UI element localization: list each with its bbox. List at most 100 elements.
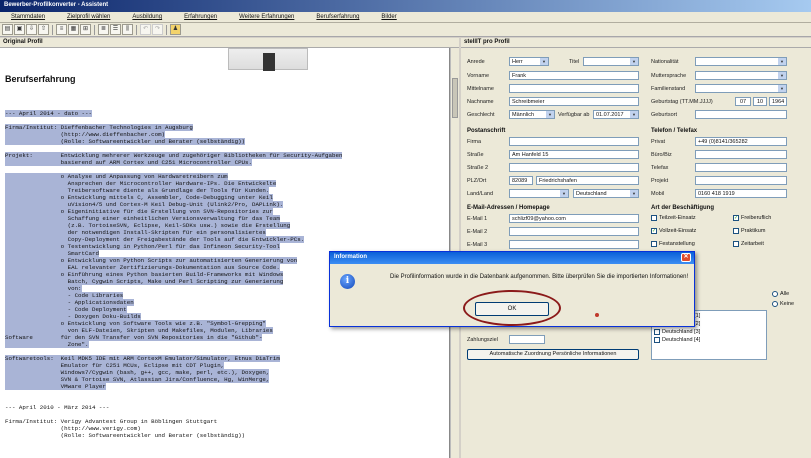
- list-item[interactable]: Deutschland [3]: [654, 329, 764, 335]
- menu-item[interactable]: Stammdaten: [0, 12, 56, 22]
- auto-assign-button[interactable]: Automatische Zuordnung Persönliche Infor…: [467, 349, 639, 360]
- beschaeftigung-checkbox[interactable]: Praktikum: [733, 228, 765, 234]
- cv-line-text: Copy-Deployment der Freigabestände der T…: [5, 236, 305, 243]
- email1-field[interactable]: schlizf09@yahoo.com: [509, 214, 639, 223]
- export-icon[interactable]: ⇧: [38, 24, 49, 35]
- firma-field[interactable]: [509, 137, 639, 146]
- cv-line-text: (Rolle: Softwareentwickler und Berater (…: [5, 432, 246, 439]
- window-titlebar: Bewerber-Profilkonverter - Assistent: [0, 0, 811, 12]
- strasse2-field[interactable]: [509, 163, 639, 172]
- projekt-field[interactable]: [695, 176, 787, 185]
- geburtstag-year[interactable]: 1964: [769, 97, 787, 106]
- telefon-heading: Telefon / Telefax: [651, 128, 698, 134]
- mobil-field[interactable]: 0160 418 1919: [695, 189, 787, 198]
- dialog-titlebar: Information ✕: [330, 252, 694, 264]
- firma-label: Firma: [467, 139, 482, 145]
- cv-heading: Berufserfahrung: [5, 74, 76, 84]
- list-icon[interactable]: ≡: [56, 24, 67, 35]
- geburtstag-label: Geburtstag (TT.MM.JJJJ): [651, 99, 713, 105]
- nationalitaet-select[interactable]: [695, 57, 787, 66]
- geschlecht-select[interactable]: Männlich: [509, 110, 555, 119]
- table-icon[interactable]: ▦: [68, 24, 79, 35]
- cursor-marker: [595, 313, 599, 317]
- cv-line: (http://www.dieffenbacher.com): [5, 131, 445, 138]
- people-icon[interactable]: ♟: [170, 24, 181, 35]
- country-select[interactable]: Deutschland: [573, 189, 639, 198]
- geburtstag-day[interactable]: 07: [735, 97, 751, 106]
- radio-alle[interactable]: Alle: [772, 291, 789, 297]
- cv-line-text: - Applicationsdaten: [5, 299, 134, 306]
- nachname-field[interactable]: Schreibmeier: [509, 97, 639, 106]
- unchecked-icon: [651, 215, 657, 221]
- region-select[interactable]: [509, 189, 569, 198]
- cv-line-text: - Doxygen Doku-Builds: [5, 313, 141, 320]
- mittelname-field[interactable]: [509, 84, 639, 93]
- telefax-field[interactable]: [695, 163, 787, 172]
- buero-field[interactable]: [695, 150, 787, 159]
- align-center-icon[interactable]: ☰: [110, 24, 121, 35]
- cv-line-text: --- April 2010 - März 2014 ---: [5, 404, 110, 411]
- muttersprache-select[interactable]: [695, 71, 787, 80]
- dialog-message: Die Profilinformation wurde in die Daten…: [390, 274, 689, 280]
- redo-icon[interactable]: ↷: [152, 24, 163, 35]
- verfuegbar-select[interactable]: 01.07.2017: [593, 110, 639, 119]
- zahlungsziel-field[interactable]: [509, 335, 545, 344]
- mittelname-label: Mittelname: [467, 86, 494, 92]
- cv-line: [5, 390, 445, 397]
- beschaeftigung-checkbox[interactable]: ✓ Freiberuflich: [733, 215, 771, 221]
- menu-bar: Stammdaten Zielprofil wählen Ausbildung Erf…: [0, 12, 811, 23]
- land-label: Land/Land: [467, 191, 493, 197]
- geburtsort-field[interactable]: [695, 110, 787, 119]
- strasse-field[interactable]: Am Hanfeld 15: [509, 150, 639, 159]
- cv-line-text: der notwendigen Install-Skripten für ein…: [5, 229, 266, 236]
- menu-item[interactable]: Erfahrungen: [173, 12, 228, 22]
- beschaeftigung-checkbox[interactable]: Festanstellung: [651, 241, 695, 247]
- undo-icon[interactable]: ↶: [140, 24, 151, 35]
- ort-field[interactable]: Friedrichshafen: [536, 176, 639, 185]
- cv-line-text: (z.B. TortoiseSVN, Eclipse, Keil-SDKs us…: [5, 222, 291, 229]
- beschaeftigung-checkbox[interactable]: Zeitarbeit: [733, 241, 764, 247]
- geschlecht-label: Geschlecht: [467, 112, 495, 118]
- titel-select[interactable]: [583, 57, 639, 66]
- radio-keine[interactable]: Keine: [772, 301, 794, 307]
- cv-line-text: o Einführung eines Python basierten Buil…: [5, 271, 284, 278]
- vorname-field[interactable]: Frank: [509, 71, 639, 80]
- radio-keine-label: Keine: [780, 301, 795, 307]
- close-icon[interactable]: ✕: [681, 253, 691, 262]
- plz-field[interactable]: 82089: [509, 176, 533, 185]
- grid-icon[interactable]: ⊞: [80, 24, 91, 35]
- privat-field[interactable]: +49 (0)8141/365282: [695, 137, 787, 146]
- list-item[interactable]: Deutschland [4]: [654, 337, 764, 343]
- projekt-label: Projekt: [651, 178, 669, 184]
- menu-item[interactable]: Berufserfahrung: [305, 12, 370, 22]
- columns-icon[interactable]: ⫼: [122, 24, 133, 35]
- save-icon[interactable]: ▣: [14, 24, 25, 35]
- menu-item[interactable]: Ausbildung: [121, 12, 173, 22]
- cv-line: (Rolle: Softwareentwickler und Berater (…: [5, 138, 445, 145]
- cv-line: Firma/Institut: Dieffenbacher Technologi…: [5, 124, 445, 131]
- import-icon[interactable]: ⇩: [26, 24, 37, 35]
- beschaeftigung-checkbox[interactable]: Teilzeit-Einsatz: [651, 215, 696, 221]
- new-icon[interactable]: ▤: [2, 24, 13, 35]
- cv-line-text: SVN & Tortoise SVN, Atlassian Jira/Confl…: [5, 376, 270, 383]
- anrede-select[interactable]: Herr: [509, 57, 549, 66]
- email3-label: E-Mail 3: [467, 242, 488, 248]
- geburtstag-month[interactable]: 10: [753, 97, 767, 106]
- beschaeftigung-label: Teilzeit-Einsatz: [659, 215, 696, 221]
- align-left-icon[interactable]: ≣: [98, 24, 109, 35]
- menu-item[interactable]: Bilder: [370, 12, 407, 22]
- familienstand-select[interactable]: [695, 84, 787, 93]
- cv-line-text: o Entwicklung mittels C, Assembler, Code…: [5, 194, 273, 201]
- postanschrift-heading: Postanschrift: [467, 128, 506, 134]
- toolbar: ▤ ▣ ⇩ ⇧ ≡ ▦ ⊞ ≣ ☰ ⫼ ↶ ↷ ♟: [0, 23, 811, 37]
- menu-item[interactable]: Zielprofil wählen: [56, 12, 121, 22]
- unchecked-icon: [733, 228, 739, 234]
- cv-line-text: basierend auf ARM Cortex und C251 Microc…: [5, 159, 252, 166]
- menu-item[interactable]: Weitere Erfahrungen: [228, 12, 305, 22]
- email3-field[interactable]: [509, 240, 639, 249]
- left-pane-header: Original Profil: [0, 38, 459, 48]
- cv-line: [5, 411, 445, 418]
- email2-field[interactable]: [509, 227, 639, 236]
- scrollbar-thumb[interactable]: [452, 78, 458, 118]
- beschaeftigung-checkbox[interactable]: ✓ Vollzeit-Einsatz: [651, 228, 696, 234]
